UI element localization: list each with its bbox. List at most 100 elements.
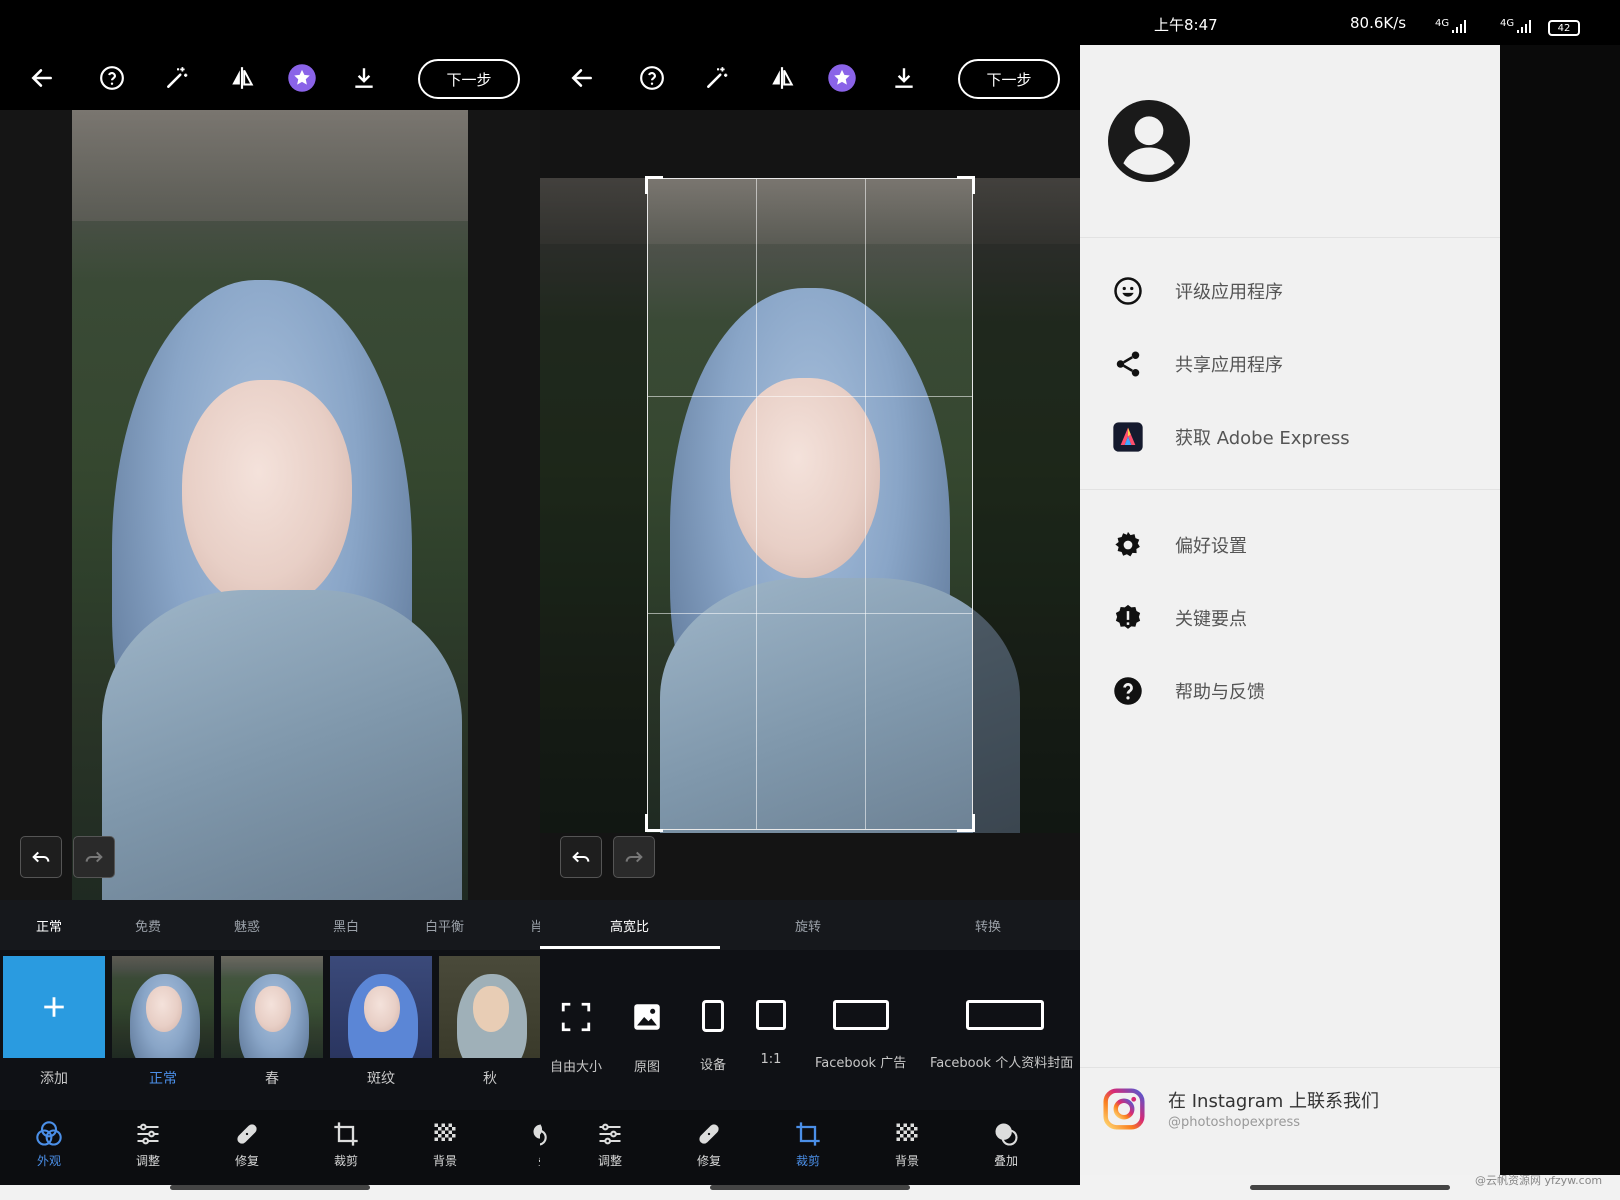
tool-overlay[interactable]: 叠加 — [976, 1120, 1036, 1169]
crop-handle-bottom-right[interactable] — [957, 814, 975, 832]
premium-star-icon[interactable] — [820, 56, 864, 100]
status-network-1: 4G — [1435, 18, 1450, 29]
aspect-label: 1:1 — [760, 1052, 782, 1067]
menu-share-app[interactable]: 共享应用程序 — [1080, 334, 1500, 394]
filter-thumb-spring[interactable] — [221, 956, 323, 1058]
aspect-free-size[interactable]: 自由大小 — [550, 1000, 602, 1075]
gear-icon — [1112, 529, 1144, 561]
instagram-handle: @photoshopexpress — [1168, 1115, 1301, 1130]
crop-handle-top-right[interactable] — [957, 176, 975, 194]
tool-crop[interactable]: 裁剪 — [316, 1120, 376, 1169]
free-size-icon — [561, 1002, 591, 1032]
tool-label: 裁剪 — [333, 1154, 358, 1168]
tool-adjust[interactable]: 调整 — [580, 1120, 640, 1169]
tab-white-balance[interactable]: 白平衡 — [425, 916, 464, 935]
aspect-facebook-ad[interactable]: Facebook 广告 — [815, 1000, 906, 1071]
aspect-device[interactable]: 设备 — [700, 1000, 726, 1073]
redo-button[interactable] — [73, 836, 115, 878]
crop-icon — [334, 1122, 358, 1146]
filter-thumb-normal[interactable] — [112, 956, 214, 1058]
crop-handle-bottom-left[interactable] — [645, 814, 663, 832]
aspect-square[interactable]: 1:1 — [756, 1000, 786, 1067]
back-arrow-icon[interactable] — [20, 56, 64, 100]
photo-canvas[interactable] — [0, 110, 540, 900]
tool-looks[interactable]: 外观 — [19, 1120, 79, 1169]
tool-label: 修复 — [696, 1154, 721, 1168]
undo-icon — [32, 851, 50, 863]
tool-adjust[interactable]: 调整 — [118, 1120, 178, 1169]
crop-canvas[interactable] — [540, 110, 1080, 900]
editor-crop-panel: 下一步 高宽比 旋转 转换 自由大小 原图 设备 1:1 Facebook 广告… — [540, 0, 1080, 1200]
undo-button[interactable] — [20, 836, 62, 878]
magic-wand-icon[interactable] — [155, 56, 199, 100]
menu-label: 关键要点 — [1175, 609, 1247, 630]
back-arrow-icon[interactable] — [560, 56, 604, 100]
menu-preferences[interactable]: 偏好设置 — [1080, 515, 1500, 575]
redo-button[interactable] — [613, 836, 655, 878]
original-image-icon — [634, 1004, 660, 1030]
undo-button[interactable] — [560, 836, 602, 878]
menu-get-adobe-express[interactable]: 获取 Adobe Express — [1080, 407, 1500, 467]
crop-frame[interactable] — [645, 176, 975, 832]
menu-label: 评级应用程序 — [1175, 282, 1283, 303]
tool-label: 调整 — [135, 1154, 160, 1168]
crop-handle-top-left[interactable] — [645, 176, 663, 194]
filter-thumb-autumn[interactable] — [439, 956, 540, 1058]
editor-looks-panel: 下一步 正常 免费 魅惑 黑白 白平衡 肖 添加 正常 春 斑纹 秋 外观 调整… — [0, 0, 540, 1200]
instagram-title[interactable]: 在 Instagram 上联系我们 — [1168, 1087, 1379, 1113]
home-indicator[interactable] — [170, 1185, 370, 1190]
home-indicator[interactable] — [1250, 1185, 1450, 1190]
magic-wand-icon[interactable] — [695, 56, 739, 100]
aspect-original[interactable]: 原图 — [630, 1000, 664, 1075]
tool-looks[interactable]: 调 — [540, 1120, 564, 1169]
redo-icon — [625, 851, 643, 863]
alert-badge-icon — [1112, 602, 1144, 634]
next-button[interactable]: 下一步 — [418, 59, 520, 99]
help-icon[interactable] — [630, 56, 674, 100]
tab-rotate[interactable]: 旋转 — [795, 916, 821, 935]
tool-background[interactable]: 背景 — [415, 1120, 475, 1169]
instagram-icon[interactable] — [1102, 1087, 1146, 1131]
avatar[interactable] — [1108, 100, 1190, 182]
tab-normal[interactable]: 正常 — [36, 916, 62, 935]
tab-aspect-ratio[interactable]: 高宽比 — [610, 916, 649, 935]
tool-heal[interactable]: 修复 — [217, 1120, 277, 1169]
tool-background[interactable]: 背景 — [877, 1120, 937, 1169]
menu-rate-app[interactable]: 评级应用程序 — [1080, 261, 1500, 321]
tool-label: 背景 — [432, 1154, 457, 1168]
help-icon — [1112, 675, 1144, 707]
share-icon — [1112, 348, 1144, 380]
tool-crop[interactable]: 裁剪 — [778, 1120, 838, 1169]
aspect-label: 自由大小 — [550, 1060, 603, 1075]
tab-free[interactable]: 免费 — [135, 916, 161, 935]
tool-heal[interactable]: 修复 — [679, 1120, 739, 1169]
home-indicator[interactable] — [710, 1185, 910, 1190]
tool-label: 调整 — [597, 1154, 622, 1168]
filter-thumb-zebra[interactable] — [330, 956, 432, 1058]
filter-thumbnails: 添加 正常 春 斑纹 秋 — [0, 950, 540, 1110]
menu-help-feedback[interactable]: 帮助与反馈 — [1080, 661, 1500, 721]
crop-mode-tabs: 高宽比 旋转 转换 — [540, 900, 1080, 950]
compare-icon[interactable] — [760, 56, 804, 100]
premium-star-icon[interactable] — [280, 56, 324, 100]
tab-transform[interactable]: 转换 — [975, 916, 1001, 935]
tab-black-white[interactable]: 黑白 — [333, 916, 359, 935]
add-filter-tile[interactable] — [3, 956, 105, 1058]
user-avatar-icon — [1108, 100, 1190, 182]
tab-charm[interactable]: 魅惑 — [234, 916, 260, 935]
menu-label: 共享应用程序 — [1175, 355, 1283, 376]
menu-label: 偏好设置 — [1175, 536, 1247, 557]
tool-overlay[interactable]: 叠 — [514, 1120, 540, 1169]
menu-label: 获取 Adobe Express — [1175, 428, 1350, 449]
scrim[interactable] — [1500, 45, 1620, 1185]
compare-icon[interactable] — [220, 56, 264, 100]
tab-portrait[interactable]: 肖 — [530, 916, 540, 935]
aspect-facebook-cover[interactable]: Facebook 个人资料封面 — [930, 1000, 1080, 1071]
download-icon[interactable] — [342, 56, 386, 100]
sliders-icon — [599, 1123, 621, 1145]
help-icon[interactable] — [90, 56, 134, 100]
menu-key-points[interactable]: 关键要点 — [1080, 588, 1500, 648]
download-icon[interactable] — [882, 56, 926, 100]
next-button[interactable]: 下一步 — [958, 59, 1060, 99]
aspect-label: Facebook 广告 — [815, 1056, 907, 1071]
